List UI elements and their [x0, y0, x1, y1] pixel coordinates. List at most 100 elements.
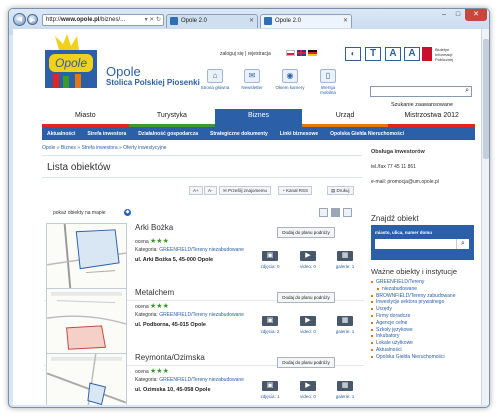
- browser-tab-2[interactable]: Opole 2.0 ✕: [260, 14, 352, 28]
- sidebar-link[interactable]: Inkubatory: [371, 333, 481, 340]
- photos-label: zdjęcia: 1: [260, 394, 280, 399]
- rss-button[interactable]: ◔ Kanał RSS: [278, 186, 312, 195]
- rating-stars-icon[interactable]: ★★★: [150, 303, 169, 310]
- add-to-plan-button[interactable]: Dodaj do planu podróży: [277, 357, 335, 368]
- vertical-scrollbar[interactable]: [481, 29, 489, 405]
- video-count[interactable]: ▶ video: 0: [291, 251, 325, 269]
- object-map-thumbnail[interactable]: [46, 288, 127, 357]
- category-link[interactable]: GREENFIELD/Tereny niezabudowane: [159, 377, 244, 383]
- font-increase-button[interactable]: A+: [189, 186, 203, 195]
- close-window-button[interactable]: ✕: [465, 9, 487, 21]
- share-button[interactable]: ✉ Prześlij znajomemu: [219, 186, 272, 195]
- sidebar-link[interactable]: GREENFIELD/Tereny: [371, 279, 481, 286]
- forward-icon[interactable]: ▶: [27, 14, 38, 25]
- text-size-large-button[interactable]: A: [404, 47, 420, 61]
- refresh-icon[interactable]: ▾ ✕ ↻: [145, 15, 161, 25]
- rating-label: ocena: [135, 304, 149, 310]
- menu-item-mistrzostwa[interactable]: Mistrzostwa 2012: [388, 109, 475, 127]
- submenu-item[interactable]: Linki biznesowe: [280, 131, 318, 137]
- add-to-plan-button[interactable]: Dodaj do planu podróży: [277, 292, 335, 303]
- sidebar-link[interactable]: Agencje celne: [371, 320, 481, 327]
- sidebar-link[interactable]: Lokale użytkowe: [371, 340, 481, 347]
- maximize-button[interactable]: □: [451, 9, 465, 21]
- video-icon: ▶: [300, 251, 316, 261]
- scrollbar-thumb[interactable]: [483, 39, 489, 159]
- minimize-button[interactable]: –: [437, 9, 451, 21]
- photos-count[interactable]: ▣ zdjęcia: 1: [253, 381, 287, 399]
- print-button[interactable]: ▤ Drukuj: [327, 186, 354, 195]
- submenu-item[interactable]: Opolska Giełda Nieruchomości: [330, 131, 404, 137]
- search-icon[interactable]: ⌕: [465, 87, 469, 95]
- close-tab-icon[interactable]: ✕: [343, 15, 348, 27]
- sidebar-link[interactable]: niezabudowane: [371, 286, 481, 293]
- quick-link-home[interactable]: ⌂ Strona główna: [200, 69, 230, 90]
- flag-en-icon[interactable]: [297, 50, 306, 56]
- contrast-icon[interactable]: ◐: [345, 47, 361, 61]
- sidebar-link[interactable]: Aktualności: [371, 347, 481, 354]
- bip-logo[interactable]: Biuletyn Informacji Publicznej: [422, 47, 472, 69]
- breadcrumb[interactable]: Opole » Biznes » Strefa inwestora » Ofer…: [42, 145, 167, 151]
- sidebar-link[interactable]: Opolska Giełda Nieruchomości: [371, 354, 481, 361]
- quick-link-newsletter[interactable]: ✉ Newsletter: [237, 69, 267, 90]
- find-object-input[interactable]: [375, 239, 469, 249]
- gallery-count[interactable]: ▦ galerie: 1: [328, 251, 362, 269]
- submenu-item[interactable]: Strefa inwestora: [87, 131, 126, 137]
- object-name[interactable]: Reymonta/Ozimska: [135, 353, 205, 362]
- submenu-item[interactable]: Działalność gospodarcza: [138, 131, 198, 137]
- quick-link-mobile[interactable]: ▯ Wersja mobilna: [313, 69, 343, 95]
- object-map-thumbnail[interactable]: [46, 353, 127, 405]
- menu-item-miasto[interactable]: Miasto: [42, 109, 129, 127]
- gallery-count[interactable]: ▦ galerie: 1: [328, 381, 362, 399]
- list-view-icon[interactable]: [319, 208, 328, 217]
- sidebar-link[interactable]: Firmy doradcze: [371, 313, 481, 320]
- site-brand[interactable]: Opole Stolica Polskiej Piosenki: [106, 65, 200, 88]
- advanced-search-link[interactable]: Szukanie zaawansowane: [391, 102, 453, 108]
- font-decrease-button[interactable]: A-: [204, 186, 217, 195]
- gallery-count[interactable]: ▦ galerie: 1: [328, 316, 362, 334]
- close-tab-icon[interactable]: ✕: [249, 15, 254, 27]
- rating-stars-icon[interactable]: ★★★: [150, 368, 169, 375]
- video-icon: ▶: [300, 381, 316, 391]
- rating-stars-icon[interactable]: ★★★: [150, 238, 169, 245]
- text-size-medium-button[interactable]: A: [385, 47, 401, 61]
- grid-view-icon[interactable]: [331, 208, 340, 217]
- photos-count[interactable]: ▣ zdjęcia: 0: [253, 251, 287, 269]
- map-pin-icon[interactable]: ◆: [124, 209, 131, 216]
- video-count[interactable]: ▶ video: 0: [291, 316, 325, 334]
- photos-count[interactable]: ▣ zdjęcia: 2: [253, 316, 287, 334]
- login-link[interactable]: zaloguj się | rejestracja: [220, 51, 271, 57]
- favicon-icon: [264, 17, 272, 25]
- browser-tab-1[interactable]: Opole 2.0 ✕: [166, 14, 258, 28]
- flag-pl-icon[interactable]: [286, 50, 295, 56]
- map-view-icon[interactable]: [343, 208, 352, 217]
- quick-link-camera[interactable]: ◉ Okiem kamery: [275, 69, 305, 90]
- important-objects-list: GREENFIELD/Tereny niezabudowane BROWNFIE…: [371, 279, 481, 361]
- object-name[interactable]: Metalchem: [135, 288, 174, 297]
- back-icon[interactable]: ◀: [13, 13, 26, 26]
- sidebar-link[interactable]: Urzędy: [371, 306, 481, 313]
- category-label: Kategoria:: [135, 312, 158, 318]
- flag-de-icon[interactable]: [308, 50, 317, 56]
- add-to-plan-button[interactable]: Dodaj do planu podróży: [277, 227, 335, 238]
- quick-link-label: Strona główna: [200, 85, 230, 90]
- submenu-item[interactable]: Strategiczne dokumenty: [210, 131, 268, 137]
- text-size-small-button[interactable]: T: [365, 47, 381, 61]
- menu-item-urzad[interactable]: Urząd: [301, 109, 389, 127]
- menu-item-biznes[interactable]: Biznes: [215, 109, 302, 127]
- sidebar-link[interactable]: BROWNFIELD/Tereny zabudowane: [371, 293, 481, 300]
- submenu-item[interactable]: Aktualności: [47, 131, 75, 137]
- video-count[interactable]: ▶ video: 0: [291, 381, 325, 399]
- object-name[interactable]: Arki Bożka: [135, 223, 173, 232]
- sidebar-link[interactable]: Inwestycje sektora prywatnego: [371, 299, 481, 306]
- category-link[interactable]: GREENFIELD/Tereny niezabudowane: [159, 247, 244, 253]
- menu-item-turystyka[interactable]: Turystyka: [128, 109, 216, 127]
- site-search-input[interactable]: ⌕: [370, 86, 472, 97]
- object-map-thumbnail[interactable]: [46, 223, 127, 292]
- category-link[interactable]: GREENFIELD/Tereny niezabudowane: [159, 312, 244, 318]
- investor-email[interactable]: e-mail: promocja@um.opole.pl: [371, 179, 439, 185]
- address-bar[interactable]: http://www.opole.pl/biznes/... ▾ ✕ ↻: [42, 14, 164, 26]
- sidebar-link[interactable]: Szkoły językowe: [371, 327, 481, 334]
- show-on-map-link[interactable]: pokaż obiekty na mapie: [53, 210, 106, 216]
- gallery-icon: ▦: [337, 381, 353, 391]
- search-icon[interactable]: ⌕: [456, 239, 469, 249]
